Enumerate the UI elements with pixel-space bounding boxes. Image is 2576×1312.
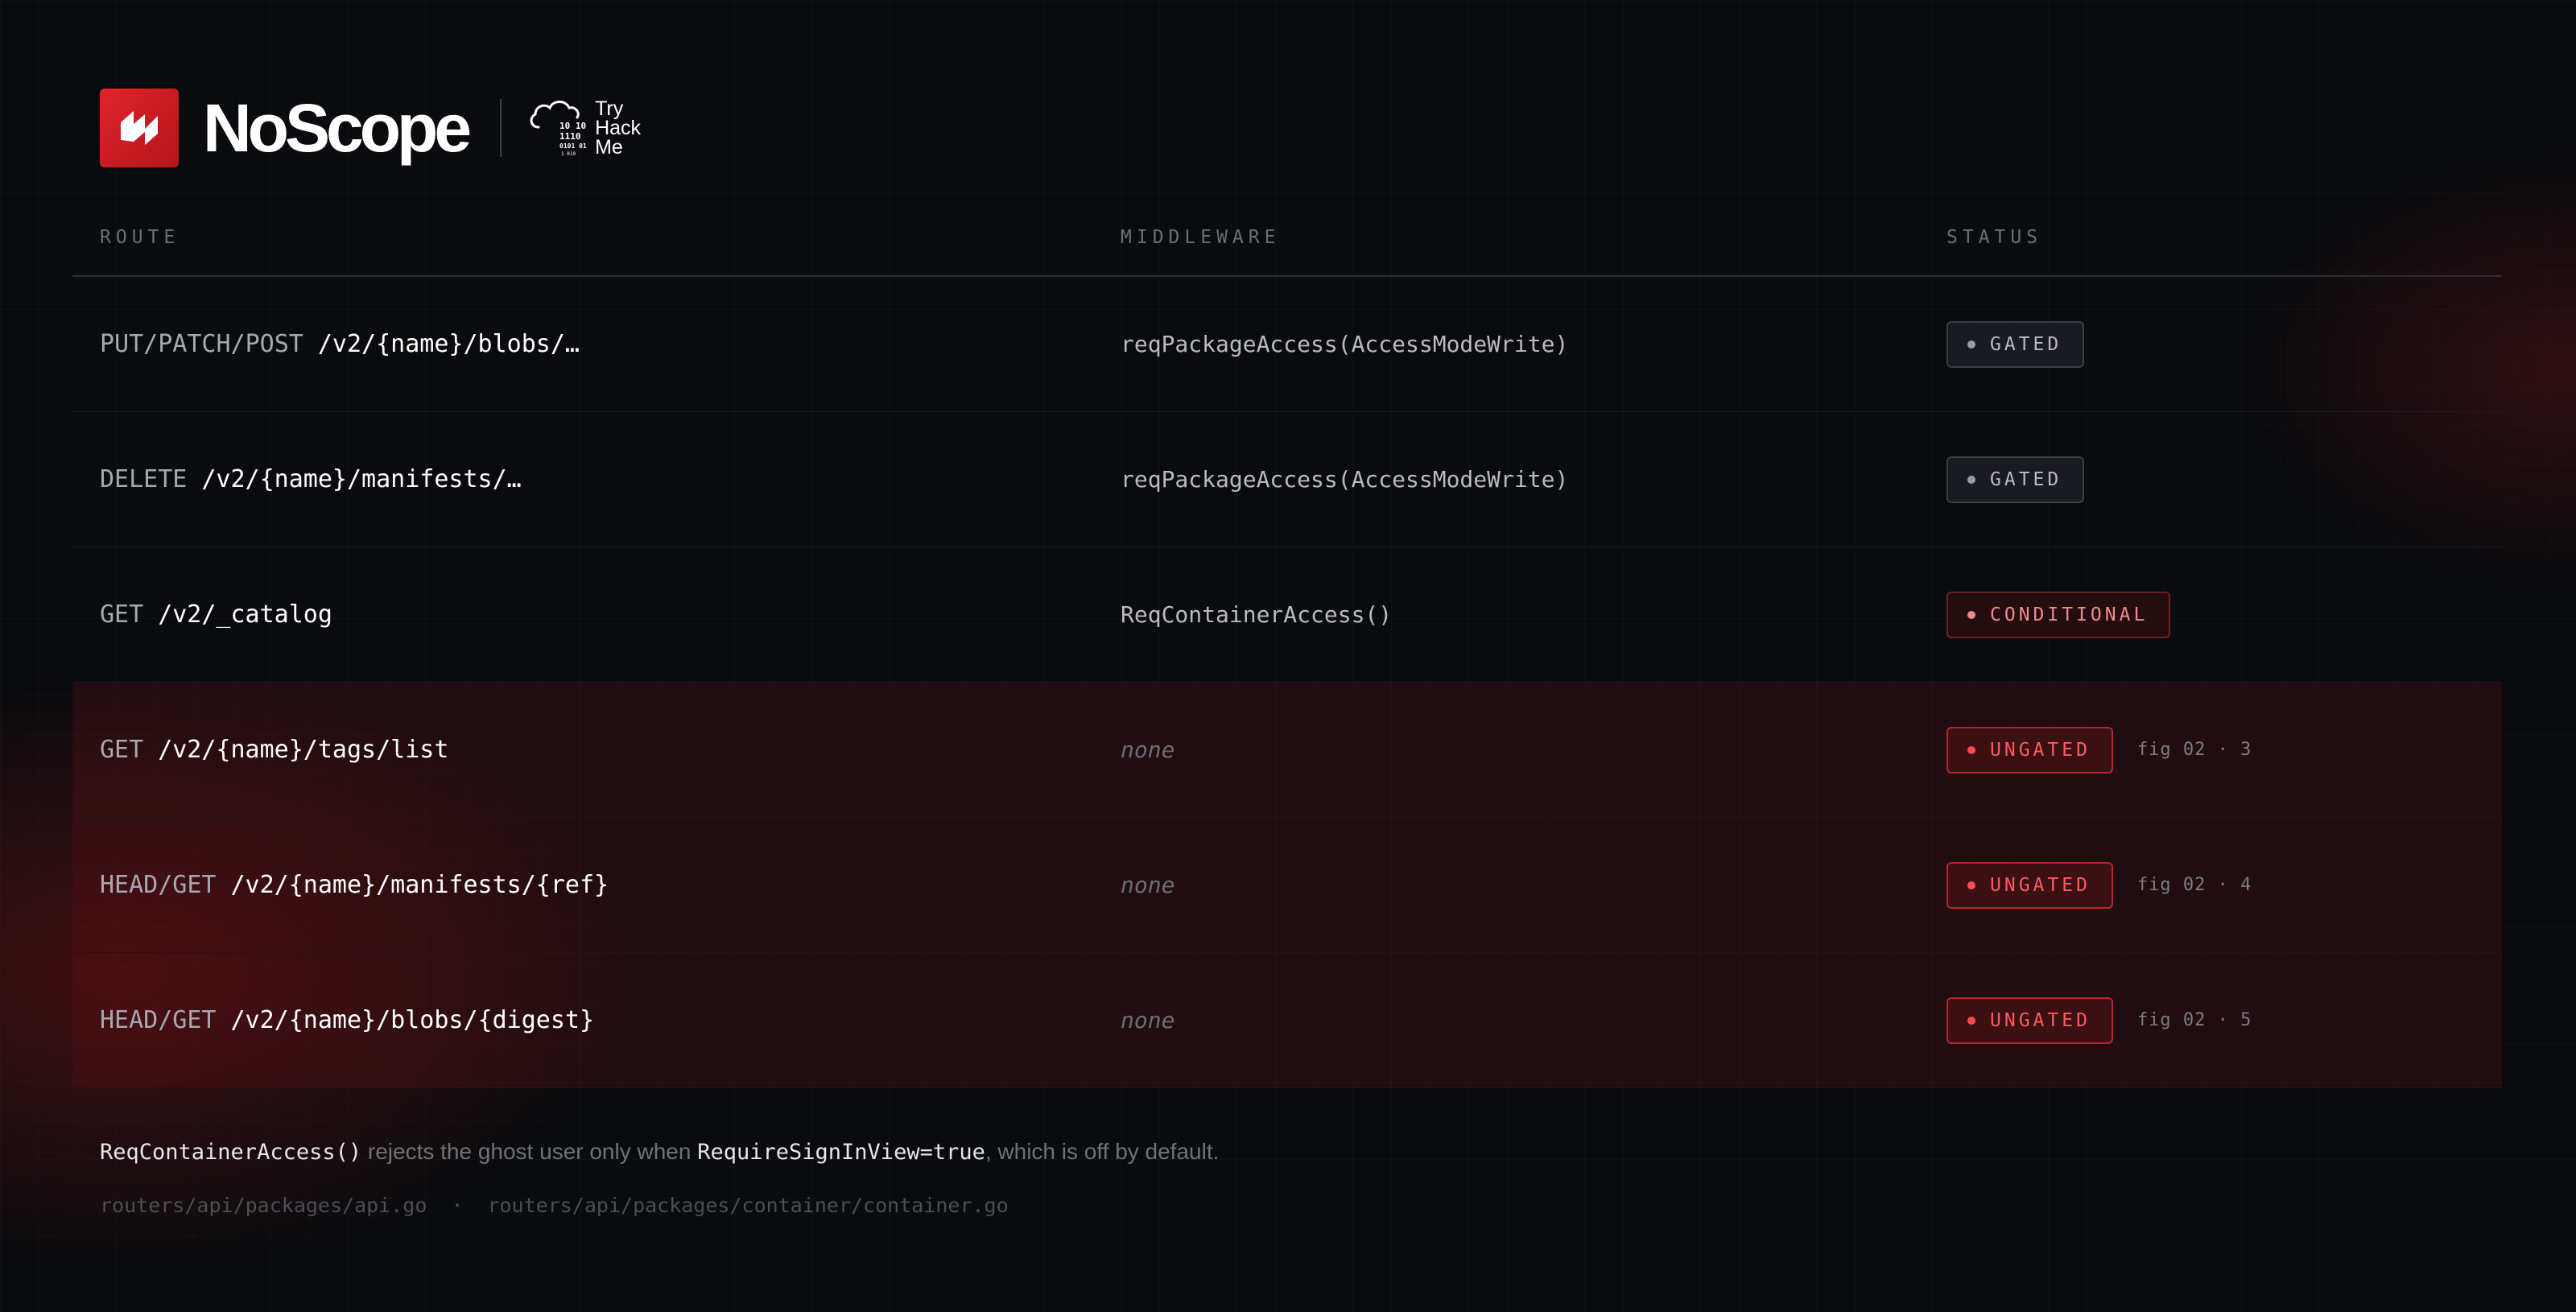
footnote-code: ReqContainerAccess()	[100, 1140, 362, 1165]
status-badge: UNGATED	[1946, 861, 2113, 909]
route-path: /v2/{name}/manifests/{ref}	[230, 871, 609, 899]
status-badge: GATED	[1946, 320, 2085, 368]
source-files: routers/api/packages/api.go · routers/api/…	[100, 1194, 1009, 1217]
table-row: HEAD/GET /v2/{name}/blobs/{digest} none …	[72, 953, 2502, 1088]
status-cell: GATED	[1946, 277, 2085, 411]
logo-divider	[500, 99, 502, 157]
column-header-status: STATUS	[1946, 227, 2043, 248]
status-label: CONDITIONAL	[1990, 604, 2149, 625]
middleware-cell: none	[1121, 1007, 1175, 1034]
svg-text:0101 01: 0101 01	[559, 142, 587, 150]
table-header: ROUTE MIDDLEWARE STATUS	[72, 211, 2502, 277]
route-path: /v2/{name}/blobs/{digest}	[230, 1006, 595, 1034]
status-badge: GATED	[1946, 456, 2085, 503]
middleware-cell: none	[1121, 736, 1175, 763]
partner-name-line: Me	[595, 136, 623, 159]
middleware-cell: reqPackageAccess(AccessModeWrite)	[1121, 331, 1569, 357]
status-label: GATED	[1990, 333, 2062, 355]
status-cell: UNGATED fig 02 · 4	[1946, 818, 2252, 952]
route-method: DELETE	[100, 465, 188, 493]
status-label: UNGATED	[1990, 874, 2091, 896]
figure-reference: fig 02 · 4	[2136, 875, 2252, 895]
footnote-text: rejects the ghost user only when	[361, 1139, 698, 1164]
status-cell: UNGATED fig 02 · 5	[1946, 953, 2252, 1087]
status-dot-icon	[1967, 881, 1975, 889]
file-separator: ·	[451, 1194, 464, 1217]
status-dot-icon	[1967, 475, 1975, 484]
routes-table: ROUTE MIDDLEWARE STATUS PUT/PATCH/POST /…	[72, 211, 2502, 1088]
route-path: /v2/{name}/blobs/…	[317, 330, 580, 358]
middleware-cell: reqPackageAccess(AccessModeWrite)	[1121, 466, 1569, 493]
middleware-cell: ReqContainerAccess()	[1121, 601, 1393, 628]
status-dot-icon	[1967, 610, 1975, 619]
source-file: routers/api/packages/container/container…	[487, 1194, 1009, 1217]
route-method: GET	[100, 600, 144, 629]
table-row: GET /v2/{name}/tags/list none UNGATED fi…	[72, 683, 2502, 818]
source-file: routers/api/packages/api.go	[100, 1194, 427, 1217]
status-badge: CONDITIONAL	[1946, 591, 2171, 638]
cloud-binary-icon: 10 10 1110 0101 01 1 010	[530, 101, 587, 157]
status-badge: UNGATED	[1946, 996, 2113, 1044]
route-path: /v2/{name}/manifests/…	[201, 465, 522, 493]
footnote-text: , which is off by default.	[985, 1139, 1220, 1164]
status-cell: UNGATED fig 02 · 3	[1946, 683, 2252, 817]
route-method: PUT/PATCH/POST	[100, 330, 303, 358]
status-dot-icon	[1967, 340, 1975, 349]
svg-text:1 010: 1 010	[561, 151, 576, 157]
route-cell: HEAD/GET /v2/{name}/blobs/{digest}	[100, 953, 594, 1087]
figure-reference: fig 02 · 3	[2136, 740, 2252, 760]
status-label: GATED	[1990, 468, 2062, 490]
column-header-route: ROUTE	[100, 227, 180, 248]
route-method: HEAD/GET	[100, 1006, 217, 1034]
route-cell: HEAD/GET /v2/{name}/manifests/{ref}	[100, 818, 609, 952]
partner-name: Try Hack Me	[595, 97, 642, 159]
footnote-code: RequireSignInView=true	[697, 1140, 985, 1165]
footnote: ReqContainerAccess() rejects the ghost u…	[100, 1139, 1219, 1165]
header: NoScope 10 10 1110 0101 01 1 010 Try Hac…	[100, 89, 641, 167]
route-method: GET	[100, 736, 144, 764]
table-row: PUT/PATCH/POST /v2/{name}/blobs/… reqPac…	[72, 277, 2502, 412]
route-method: HEAD/GET	[100, 871, 217, 899]
status-dot-icon	[1967, 745, 1975, 754]
status-cell: GATED	[1946, 412, 2085, 547]
table-row: GET /v2/_catalog ReqContainerAccess() CO…	[72, 547, 2502, 683]
route-path: /v2/{name}/tags/list	[158, 736, 449, 764]
middleware-cell: none	[1121, 872, 1175, 898]
noscope-logo-icon	[100, 89, 179, 167]
svg-text:10 10: 10 10	[559, 121, 586, 131]
route-cell: GET /v2/{name}/tags/list	[100, 683, 448, 817]
partner-name-line: Hack	[595, 117, 642, 139]
status-dot-icon	[1967, 1016, 1975, 1025]
brand-name: NoScope	[203, 90, 472, 166]
route-cell: PUT/PATCH/POST /v2/{name}/blobs/…	[100, 277, 580, 411]
status-label: UNGATED	[1990, 1009, 2091, 1031]
partner-name-line: Try	[595, 97, 624, 120]
figure-reference: fig 02 · 5	[2136, 1010, 2252, 1030]
status-badge: UNGATED	[1946, 726, 2113, 774]
status-cell: CONDITIONAL	[1946, 547, 2171, 682]
svg-text:1110: 1110	[559, 131, 581, 142]
route-path: /v2/_catalog	[158, 600, 332, 629]
column-header-middleware: MIDDLEWARE	[1121, 227, 1281, 248]
partner-logo: 10 10 1110 0101 01 1 010 Try Hack Me	[527, 93, 641, 163]
table-row: DELETE /v2/{name}/manifests/… reqPackage…	[72, 412, 2502, 547]
route-cell: GET /v2/_catalog	[100, 547, 332, 682]
table-row: HEAD/GET /v2/{name}/manifests/{ref} none…	[72, 818, 2502, 953]
route-cell: DELETE /v2/{name}/manifests/…	[100, 412, 522, 547]
status-label: UNGATED	[1990, 739, 2091, 761]
